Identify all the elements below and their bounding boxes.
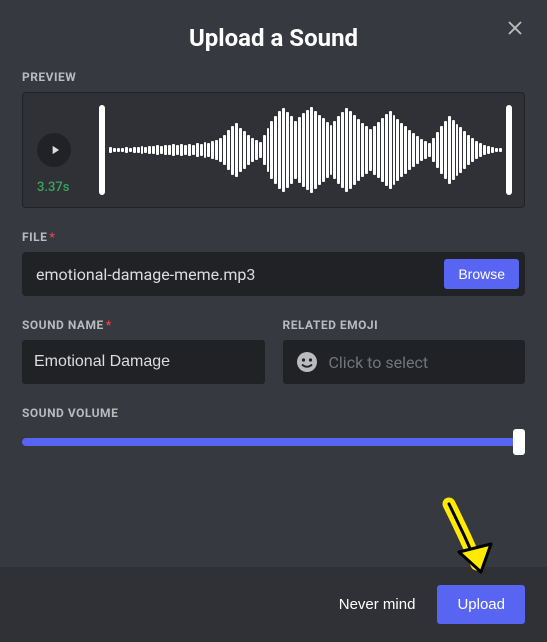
modal-body: PREVIEW 3.37s FILE* emotional-damage-mem… bbox=[0, 70, 547, 567]
required-marker: * bbox=[106, 318, 112, 332]
sound-name-label: SOUND NAME* bbox=[22, 318, 265, 332]
required-marker: * bbox=[49, 230, 55, 244]
sound-name-input[interactable] bbox=[22, 340, 265, 384]
play-button[interactable] bbox=[37, 133, 71, 167]
play-icon bbox=[48, 143, 62, 157]
file-row: emotional-damage-meme.mp3 Browse bbox=[22, 252, 525, 296]
cancel-button[interactable]: Never mind bbox=[339, 596, 416, 613]
emoji-select[interactable]: Click to select bbox=[283, 340, 526, 384]
file-name: emotional-damage-meme.mp3 bbox=[36, 265, 444, 284]
browse-button[interactable]: Browse bbox=[444, 259, 519, 289]
duration-text: 3.37s bbox=[37, 180, 69, 195]
volume-section: SOUND VOLUME bbox=[22, 406, 525, 454]
modal-header: Upload a Sound bbox=[0, 0, 547, 70]
related-emoji-section: RELATED EMOJI Click to select bbox=[283, 318, 526, 384]
volume-slider[interactable] bbox=[22, 430, 525, 454]
audio-preview: 3.37s bbox=[22, 92, 525, 208]
close-button[interactable] bbox=[505, 18, 529, 42]
close-icon bbox=[505, 18, 525, 38]
emoji-icon bbox=[295, 350, 319, 374]
volume-label: SOUND VOLUME bbox=[22, 406, 525, 420]
file-label: FILE* bbox=[22, 230, 525, 244]
modal-footer: Never mind Upload bbox=[0, 567, 547, 642]
preview-label: PREVIEW bbox=[22, 70, 525, 84]
sound-name-section: SOUND NAME* bbox=[22, 318, 265, 384]
trim-end-handle[interactable] bbox=[506, 105, 512, 195]
slider-thumb[interactable] bbox=[513, 429, 525, 455]
modal-title: Upload a Sound bbox=[189, 24, 358, 52]
related-emoji-label: RELATED EMOJI bbox=[283, 318, 526, 332]
waveform-bars bbox=[105, 101, 506, 199]
slider-track bbox=[22, 438, 525, 446]
waveform[interactable] bbox=[99, 101, 512, 199]
upload-button[interactable]: Upload bbox=[437, 585, 525, 624]
file-section: FILE* emotional-damage-meme.mp3 Browse bbox=[22, 230, 525, 296]
upload-sound-modal: Upload a Sound PREVIEW 3.37s FILE* emoti… bbox=[0, 0, 547, 642]
emoji-placeholder: Click to select bbox=[329, 353, 429, 372]
